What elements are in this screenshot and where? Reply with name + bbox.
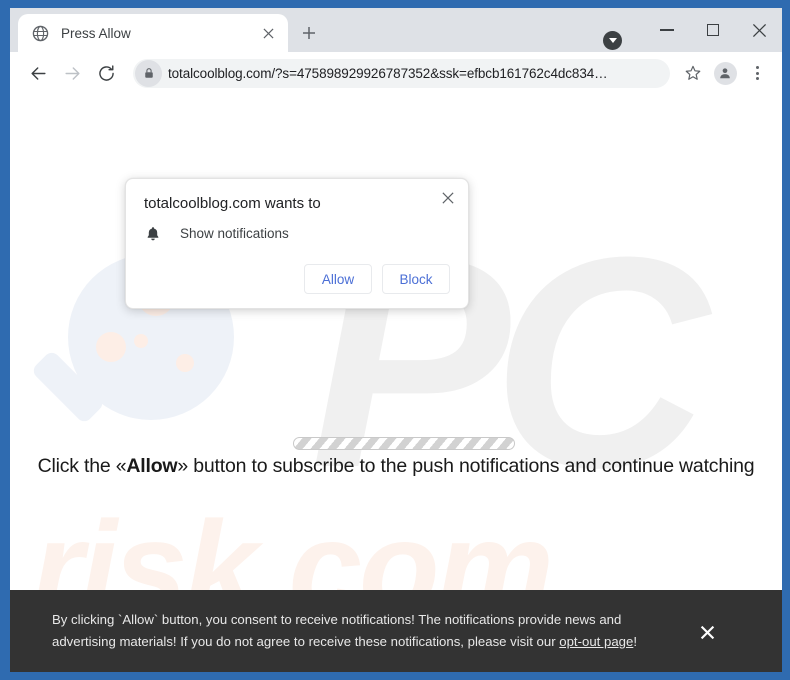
browser-toolbar: totalcoolblog.com/?s=475898929926787352&… — [10, 52, 782, 94]
permission-request-row: Show notifications — [144, 225, 450, 242]
permission-actions: Allow Block — [144, 264, 450, 294]
watermark-dot — [134, 334, 148, 348]
lock-icon[interactable] — [135, 59, 162, 87]
browser-window: Press Allow totalcoolblog.com/?s=4758989… — [10, 8, 782, 672]
instruction-post: » button to subscribe to the push notifi… — [177, 455, 755, 477]
permission-close-button[interactable] — [438, 188, 458, 208]
minimize-icon — [660, 29, 674, 31]
instruction-pre: Click the « — [37, 455, 127, 477]
window-controls — [644, 8, 782, 52]
consent-text-part2: ! — [633, 634, 637, 649]
consent-banner: By clicking `Allow` button, you consent … — [10, 590, 782, 672]
browser-menu-button[interactable] — [742, 58, 772, 88]
new-tab-button[interactable] — [296, 20, 322, 46]
notification-permission-dialog: totalcoolblog.com wants to Show notifica… — [125, 178, 469, 309]
window-maximize-button[interactable] — [690, 8, 736, 52]
window-minimize-button[interactable] — [644, 8, 690, 52]
bell-icon — [144, 225, 162, 242]
reload-button[interactable] — [91, 58, 121, 88]
bookmark-star-icon[interactable] — [678, 58, 708, 88]
block-button[interactable]: Block — [382, 264, 450, 294]
instruction-text: Click the «Allow» button to subscribe to… — [10, 455, 782, 478]
tab-title: Press Allow — [61, 25, 131, 41]
consent-banner-close-button[interactable] — [687, 623, 727, 640]
consent-text-part1: By clicking `Allow` button, you consent … — [52, 612, 622, 649]
three-dots-icon — [755, 66, 759, 80]
permission-label: Show notifications — [180, 226, 289, 241]
instruction-allow-word: Allow — [126, 455, 178, 477]
address-bar[interactable]: totalcoolblog.com/?s=475898929926787352&… — [133, 58, 670, 88]
close-icon — [700, 625, 714, 639]
arrow-left-icon — [30, 66, 46, 80]
profile-button[interactable] — [710, 58, 740, 88]
globe-icon — [32, 25, 49, 42]
close-icon — [442, 192, 454, 204]
forward-button[interactable] — [57, 58, 87, 88]
window-close-button[interactable] — [736, 8, 782, 52]
close-icon — [752, 23, 766, 37]
tab-strip: Press Allow — [10, 8, 782, 52]
watermark-dot — [96, 332, 126, 362]
browser-tab[interactable]: Press Allow — [18, 14, 288, 52]
consent-banner-text: By clicking `Allow` button, you consent … — [52, 609, 687, 653]
opt-out-page-link[interactable]: opt-out page — [559, 634, 633, 649]
tab-search-button[interactable] — [603, 31, 622, 50]
arrow-right-icon — [64, 66, 80, 80]
address-bar-text: totalcoolblog.com/?s=475898929926787352&… — [168, 65, 608, 81]
page-viewport: PC risk.com Click the «Allow» button to … — [10, 94, 782, 672]
permission-dialog-title: totalcoolblog.com wants to — [144, 195, 321, 212]
back-button[interactable] — [23, 58, 53, 88]
watermark-dot — [176, 354, 194, 372]
allow-button[interactable]: Allow — [304, 264, 372, 294]
avatar — [713, 61, 737, 85]
reload-icon — [98, 64, 114, 81]
chevron-down-icon — [608, 38, 617, 43]
screen: Press Allow totalcoolblog.com/?s=4758989… — [0, 0, 790, 680]
loading-progress-bar — [293, 437, 515, 450]
maximize-icon — [707, 24, 719, 36]
tab-close-icon[interactable] — [258, 23, 278, 43]
